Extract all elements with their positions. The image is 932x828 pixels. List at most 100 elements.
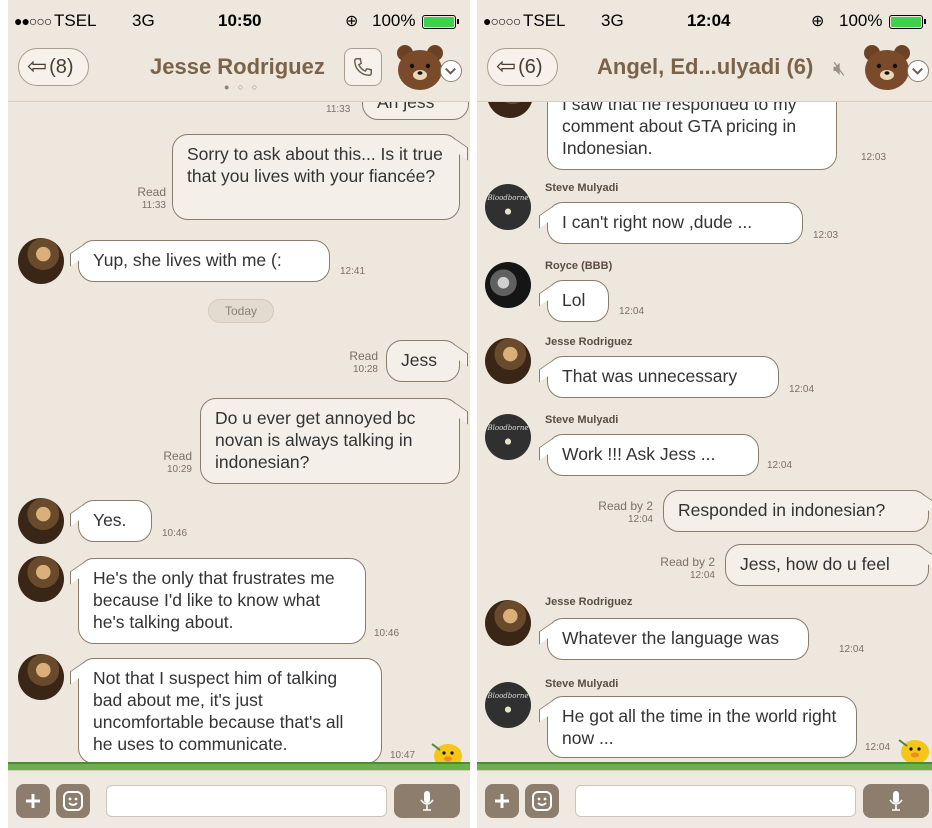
message-time: 11:33 <box>141 200 166 211</box>
sender-name: Jesse Rodriguez <box>545 596 633 608</box>
read-label: Read by 2 <box>598 499 653 513</box>
chevron-down-icon[interactable] <box>907 60 929 82</box>
grass-divider <box>8 762 470 770</box>
battery-percent: 100% <box>839 11 883 30</box>
sender-name: Steve Mulyadi <box>545 678 619 690</box>
message-bubble-incoming[interactable]: Lol <box>547 280 609 322</box>
sally-chick-icon <box>431 743 462 762</box>
message-list[interactable]: I saw that he responded to my comment ab… <box>477 102 932 762</box>
back-arrow-icon: ⇦ <box>27 53 48 80</box>
message-bubble-incoming[interactable]: That was unnecessary <box>547 356 779 398</box>
avatar[interactable]: Bloodborne <box>485 184 531 230</box>
message-bubble-incoming[interactable]: Yes. <box>78 500 152 542</box>
attach-button[interactable] <box>16 784 50 818</box>
read-receipt: Read 10:28 <box>334 350 378 376</box>
avatar[interactable]: Bloodborne <box>485 414 531 460</box>
chat-header: ⇦ (6) Angel, Ed...ulyadi (6) 🔇︎ <box>477 40 932 102</box>
avatar[interactable]: Bloodborne <box>485 682 531 728</box>
avatar[interactable] <box>18 238 64 284</box>
read-label: Read <box>137 185 166 199</box>
chevron-down-icon[interactable] <box>440 60 462 82</box>
chat-header: ⇦ (8) Jesse Rodriguez ● ○ ○ <box>8 40 470 102</box>
brown-bear-icon[interactable] <box>394 42 446 92</box>
status-bar: ●○○○○ TSEL 3G 12:04 ⊕ 100% <box>477 0 932 40</box>
message-bubble-outgoing[interactable]: Do u ever get annoyed bc novan is always… <box>200 398 460 484</box>
sally-chick-icon <box>898 739 929 762</box>
message-time: 10:46 <box>374 628 400 639</box>
clock: 10:50 <box>218 11 262 30</box>
message-input-bar <box>8 770 470 828</box>
message-bubble-outgoing[interactable]: Ah jess <box>362 102 469 120</box>
message-time: 12:41 <box>340 266 366 277</box>
chat-title[interactable]: Angel, Ed...ulyadi (6) <box>597 54 813 80</box>
avatar[interactable] <box>487 102 533 118</box>
unread-count: (8) <box>49 55 74 78</box>
microphone-icon <box>420 791 434 811</box>
message-time: 10:28 <box>352 364 378 375</box>
message-time: 10:46 <box>162 528 188 539</box>
message-bubble-outgoing[interactable]: Jess, how do u feel <box>725 544 929 586</box>
read-receipt: Read 11:33 <box>126 186 166 212</box>
voice-button[interactable] <box>394 784 460 818</box>
plus-icon <box>495 794 509 808</box>
battery-percent: 100% <box>372 11 416 30</box>
avatar[interactable] <box>18 556 64 602</box>
back-arrow-icon: ⇦ <box>496 53 517 80</box>
signal-strength: ●●○○○ <box>14 13 52 29</box>
message-input[interactable] <box>575 785 856 817</box>
message-time: 12:04 <box>839 644 865 655</box>
message-time: 12:04 <box>789 384 815 395</box>
emoji-icon <box>63 791 83 811</box>
phone-icon <box>354 58 372 76</box>
message-bubble-incoming[interactable]: He's the only that frustrates me because… <box>78 558 366 644</box>
message-bubble-incoming[interactable]: Whatever the language was <box>547 618 809 660</box>
carrier-name: TSEL <box>523 11 566 30</box>
message-list[interactable]: 11:33 Ah jess Read 11:33 Sorry to ask ab… <box>8 102 470 762</box>
emoji-button[interactable] <box>56 784 90 818</box>
attach-button[interactable] <box>485 784 519 818</box>
avatar[interactable] <box>485 338 531 384</box>
chat-title[interactable]: Jesse Rodriguez <box>150 54 325 80</box>
chat-screen-group: ●○○○○ TSEL 3G 12:04 ⊕ 100% ⇦ (6) Angel, … <box>477 0 932 828</box>
avatar[interactable] <box>18 654 64 700</box>
sender-name: Royce (BBB) <box>545 260 613 272</box>
message-input-bar <box>477 770 932 828</box>
message-bubble-incoming[interactable]: I saw that he responded to my comment ab… <box>547 102 837 170</box>
rotation-lock-icon: ⊕ <box>811 13 825 30</box>
avatar[interactable] <box>18 498 64 544</box>
status-bar: ●●○○○ TSEL 3G 10:50 ⊕ 100% <box>8 0 470 40</box>
back-button[interactable]: ⇦ (6) <box>487 48 558 86</box>
back-button[interactable]: ⇦ (8) <box>18 48 89 86</box>
message-time: 12:04 <box>619 306 645 317</box>
signal-strength: ●○○○○ <box>483 13 521 29</box>
message-bubble-incoming[interactable]: He got all the time in the world right n… <box>547 696 857 758</box>
avatar[interactable] <box>485 600 531 646</box>
read-label: Read <box>349 349 378 363</box>
message-bubble-incoming[interactable]: Work !!! Ask Jess ... <box>547 434 759 476</box>
avatar[interactable] <box>485 262 531 308</box>
message-time: 10:47 <box>390 750 416 761</box>
message-bubble-outgoing[interactable]: Responded in indonesian? <box>663 490 929 532</box>
read-receipt: Read 10:29 <box>152 450 192 476</box>
read-receipt: Read by 2 12:04 <box>577 500 653 526</box>
sender-name: Steve Mulyadi <box>545 414 619 426</box>
message-bubble-incoming[interactable]: Yup, she lives with me (: <box>78 240 330 282</box>
brown-bear-icon[interactable] <box>861 42 913 92</box>
avatar-label: Bloodborne <box>487 424 529 432</box>
message-input[interactable] <box>106 785 387 817</box>
message-time: 12:04 <box>689 570 715 581</box>
emoji-icon <box>532 791 552 811</box>
message-bubble-incoming[interactable]: Not that I suspect him of talking bad ab… <box>78 658 382 762</box>
microphone-icon <box>889 791 903 811</box>
message-bubble-outgoing[interactable]: Sorry to ask about this... Is it true th… <box>172 134 460 220</box>
call-button[interactable] <box>344 48 382 86</box>
message-bubble-incoming[interactable]: I can't right now ,dude ... <box>547 202 803 244</box>
message-time: 12:04 <box>865 742 891 753</box>
voice-button[interactable] <box>863 784 929 818</box>
message-time: 12:03 <box>861 152 887 163</box>
message-time: 10:29 <box>166 464 192 475</box>
avatar-label: Bloodborne <box>487 194 529 202</box>
emoji-button[interactable] <box>525 784 559 818</box>
sender-name: Steve Mulyadi <box>545 182 619 194</box>
message-bubble-outgoing[interactable]: Jess <box>386 340 460 382</box>
